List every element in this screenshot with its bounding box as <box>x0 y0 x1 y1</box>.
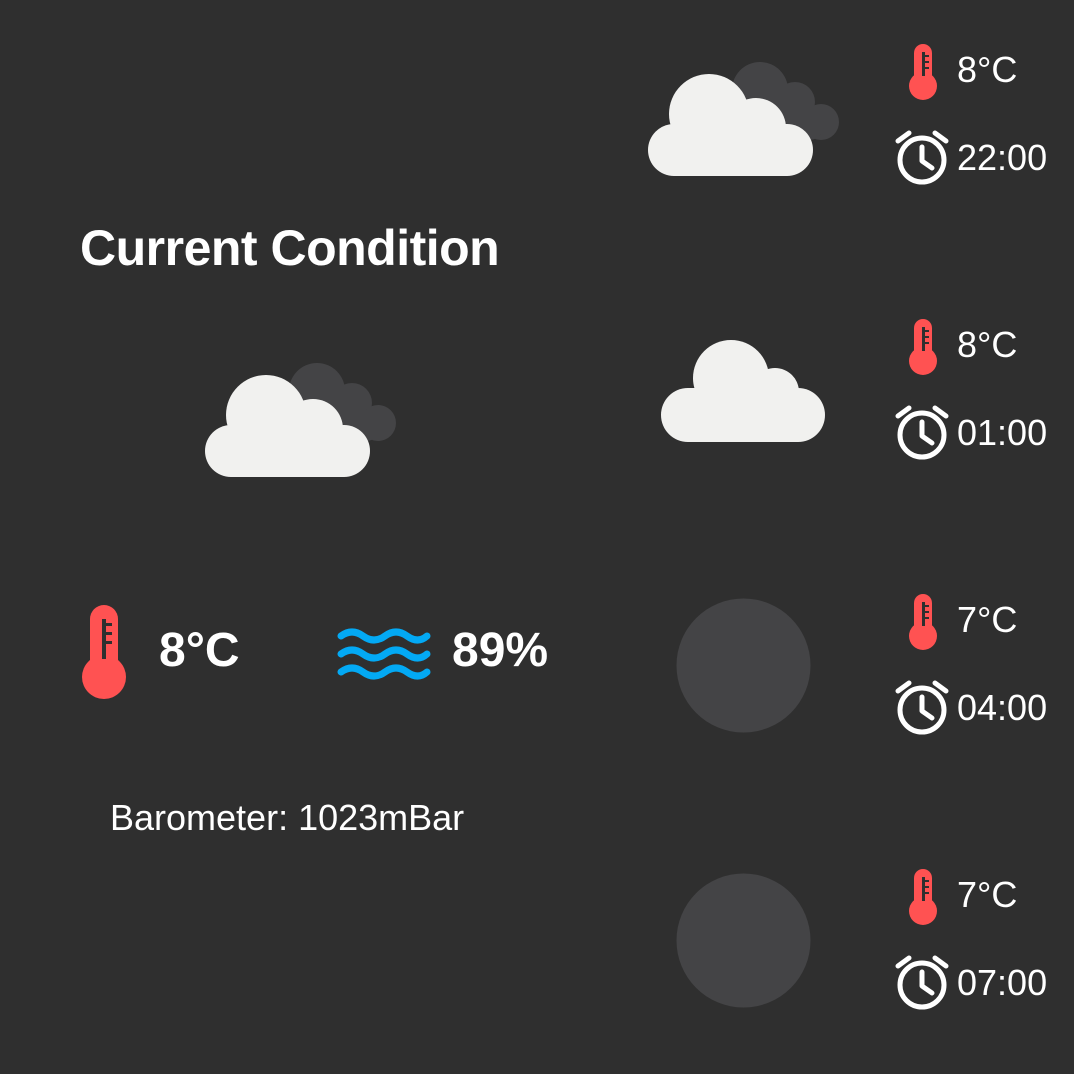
thermometer-icon <box>80 605 128 699</box>
alarm-clock-icon <box>894 130 950 186</box>
barometer-label: Barometer: <box>110 797 289 838</box>
current-temperature: 8°C <box>159 624 240 677</box>
forecast-temperature: 8°C <box>957 49 1018 90</box>
thermometer-icon <box>907 44 939 100</box>
forecast-time: 22:00 <box>957 137 1048 178</box>
thermometer-icon <box>907 594 939 650</box>
alarm-clock-icon <box>894 405 950 461</box>
humidity-icon <box>337 627 431 681</box>
barometer-value: 1023mBar <box>298 797 465 838</box>
page-title: Current Condition <box>80 220 500 276</box>
forecast-time: 07:00 <box>957 962 1048 1003</box>
clear-night-icon <box>676 873 811 1008</box>
thermometer-icon <box>907 869 939 925</box>
forecast-temperature: 7°C <box>957 599 1018 640</box>
thermometer-icon <box>907 319 939 375</box>
partly-cloudy-icon <box>648 54 840 176</box>
alarm-clock-icon <box>894 680 950 736</box>
clear-night-icon <box>676 598 811 733</box>
forecast-time: 04:00 <box>957 687 1048 728</box>
forecast-temperature: 7°C <box>957 874 1018 915</box>
forecast-time: 01:00 <box>957 412 1048 453</box>
partly-cloudy-icon <box>205 355 397 477</box>
barometer-reading: Barometer: 1023mBar <box>110 796 464 840</box>
current-humidity: 89% <box>452 624 549 677</box>
cloud-icon <box>661 340 825 442</box>
alarm-clock-icon <box>894 955 950 1011</box>
forecast-temperature: 8°C <box>957 324 1018 365</box>
